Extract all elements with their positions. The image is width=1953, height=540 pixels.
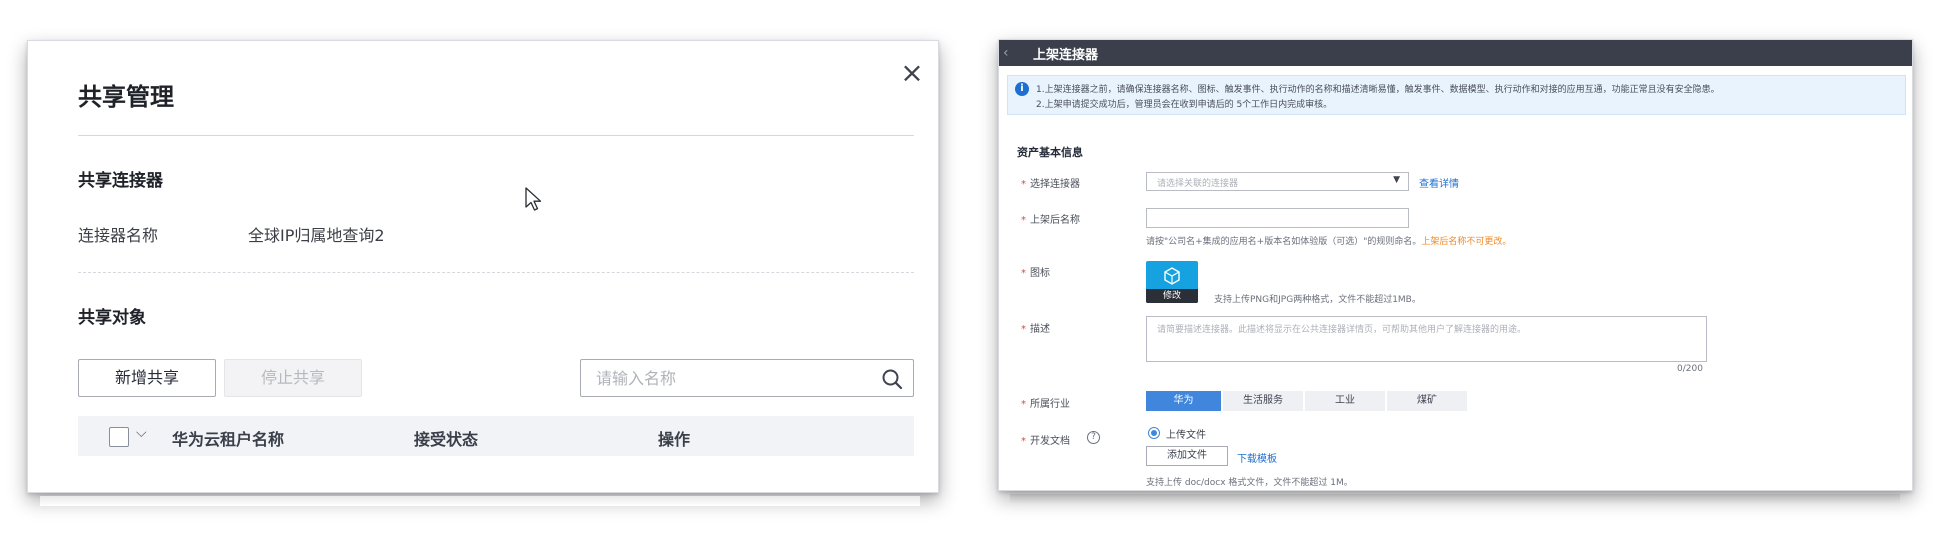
- help-icon[interactable]: ?: [1087, 431, 1100, 444]
- column-header-accept-status[interactable]: 接受状态: [414, 426, 478, 450]
- icon-edit-button[interactable]: 修改: [1146, 289, 1198, 303]
- publish-connector-panel: ‹ 上架连接器 i 1.上架连接器之前，请确保连接器名称、图标、触发事件、执行动…: [998, 39, 1913, 491]
- close-icon[interactable]: ×: [894, 55, 930, 91]
- listing-name-label: * 上架后名称: [1021, 215, 1080, 226]
- connector-section-title: 共享连接器: [78, 171, 163, 191]
- add-share-button[interactable]: 新增共享: [78, 359, 216, 397]
- table-header: ⌵ 华为云租户名称 接受状态 操作: [78, 416, 914, 456]
- shadow-strip: [40, 496, 920, 506]
- search-icon[interactable]: [881, 368, 903, 390]
- industry-option-huawei[interactable]: 华为: [1146, 391, 1221, 411]
- icon-label: * 图标: [1021, 268, 1050, 279]
- dev-doc-label: * 开发文档: [1021, 436, 1070, 447]
- info-notice: i 1.上架连接器之前，请确保连接器名称、图标、触发事件、执行动作的名称和描述清…: [1007, 75, 1906, 115]
- industry-option-coal[interactable]: 煤矿: [1387, 391, 1467, 411]
- panel-header: ‹ 上架连接器: [999, 40, 1912, 66]
- add-file-button[interactable]: 添加文件: [1146, 446, 1228, 466]
- industry-option-industry[interactable]: 工业: [1305, 391, 1385, 411]
- listing-name-warning: 上架后名称不可更改。: [1421, 237, 1512, 247]
- connector-icon-upload[interactable]: 修改: [1146, 261, 1198, 303]
- select-connector-label: * 选择连接器: [1021, 179, 1080, 190]
- back-arrow-icon[interactable]: ‹: [1003, 44, 1017, 62]
- chevron-down-icon[interactable]: ⌵: [136, 425, 147, 441]
- share-management-dialog: × 共享管理 共享连接器 连接器名称 全球IP归属地查询2 共享对象 新增共享 …: [27, 40, 939, 493]
- panel-title: 上架连接器: [1033, 48, 1099, 63]
- mouse-cursor-icon: [525, 187, 542, 211]
- industry-label: * 所属行业: [1021, 399, 1070, 410]
- description-textarea[interactable]: 请简要描述连接器。此描述将显示在公共连接器详情页，可帮助其他用户了解连接器的用途…: [1146, 316, 1707, 362]
- section-title: 资产基本信息: [1017, 146, 1083, 159]
- cube-icon: [1164, 267, 1180, 285]
- listing-name-input[interactable]: [1146, 208, 1409, 228]
- icon-hint: 支持上传PNG和JPG两种格式，文件不能超过1MB。: [1214, 295, 1421, 305]
- info-icon: i: [1015, 82, 1029, 96]
- notice-line-2: 2.上架申请提交成功后，管理员会在收到申请后的 5个工作日内完成审核。: [1036, 100, 1333, 110]
- notice-line-1: 1.上架连接器之前，请确保连接器名称、图标、触发事件、执行动作的名称和描述清晰易…: [1036, 85, 1720, 95]
- column-header-operation: 操作: [658, 430, 691, 449]
- file-note: 支持上传 doc/docx 格式文件，文件不能超过 1M。: [1146, 478, 1353, 488]
- dialog-title: 共享管理: [78, 83, 174, 111]
- share-target-section-title: 共享对象: [78, 308, 146, 328]
- connector-select[interactable]: 请选择关联的连接器 ▼: [1146, 172, 1409, 191]
- column-header-tenant-name[interactable]: 华为云租户名称: [172, 426, 284, 450]
- description-counter: 0/200: [1677, 364, 1703, 374]
- stop-share-button[interactable]: 停止共享: [224, 359, 362, 397]
- search-box: [580, 359, 914, 397]
- view-details-link[interactable]: 查看详情: [1419, 175, 1459, 190]
- description-label: * 描述: [1021, 324, 1050, 335]
- upload-file-radio[interactable]: [1148, 427, 1160, 439]
- shadow-strip: [1010, 494, 1900, 504]
- upload-file-radio-label[interactable]: 上传文件: [1166, 426, 1206, 441]
- industry-option-life-services[interactable]: 生活服务: [1223, 391, 1303, 411]
- caret-down-icon: ▼: [1393, 175, 1400, 185]
- download-template-link[interactable]: 下载模板: [1237, 450, 1277, 465]
- connector-name-label: 连接器名称: [78, 226, 159, 245]
- search-input[interactable]: [582, 361, 862, 395]
- connector-name-value: 全球IP归属地查询2: [248, 226, 385, 245]
- select-all-checkbox[interactable]: [109, 427, 129, 447]
- dashed-divider: [78, 272, 914, 273]
- select-placeholder: 请选择关联的连接器: [1157, 179, 1239, 189]
- listing-name-hint: 请按"公司名+集成的应用名+版本名如体验版（可选）"的规则命名。上架后名称不可更…: [1146, 237, 1512, 247]
- description-placeholder: 请简要描述连接器。此描述将显示在公共连接器详情页，可帮助其他用户了解连接器的用途…: [1157, 325, 1527, 335]
- divider: [78, 135, 914, 136]
